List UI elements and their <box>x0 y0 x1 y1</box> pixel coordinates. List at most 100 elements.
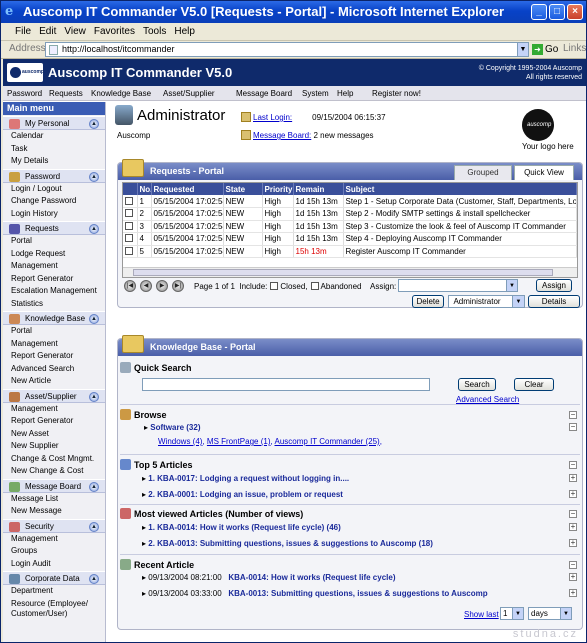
advanced-search-link[interactable]: Advanced Search <box>456 395 519 404</box>
browse-collapse-icon[interactable]: − <box>569 411 577 419</box>
nav-password[interactable]: Password <box>7 89 42 98</box>
row-checkbox[interactable] <box>125 196 133 205</box>
scrollbar-thumb[interactable] <box>133 269 553 276</box>
sidebar-item[interactable]: New Asset <box>3 428 105 441</box>
recent-collapse-icon[interactable]: − <box>569 561 577 569</box>
recent-expand-icon[interactable]: + <box>569 589 577 597</box>
most-viewed-item[interactable]: ▸ 1. KBA-0014: How it works (Request lif… <box>142 523 341 532</box>
recent-expand-icon[interactable]: + <box>569 573 577 581</box>
most-viewed-expand-icon[interactable]: + <box>569 539 577 547</box>
sidebar-item[interactable]: Department <box>3 585 105 598</box>
delete-button[interactable]: Delete <box>412 295 444 308</box>
sidebar-item[interactable]: Groups <box>3 545 105 558</box>
assign-button[interactable]: Assign <box>536 279 572 292</box>
sidebar-group-requests[interactable]: Requests ▲ <box>3 221 105 235</box>
row-checkbox[interactable] <box>125 234 133 243</box>
menu-edit[interactable]: Edit <box>35 23 60 41</box>
nav-message-board[interactable]: Message Board <box>236 89 292 98</box>
top5-item[interactable]: ▸ 1. KBA-0017: Lodging a request without… <box>142 474 349 483</box>
first-page-button[interactable]: |◀ <box>124 280 136 292</box>
sidebar-item[interactable]: Management <box>3 533 105 546</box>
administrator-dropdown[interactable]: ▼ <box>512 295 525 308</box>
sidebar-group-password[interactable]: Password ▲ <box>3 168 105 183</box>
menu-file[interactable]: File <box>11 23 35 41</box>
show-last-unit-dropdown-icon[interactable]: ▼ <box>560 608 571 619</box>
row-checkbox[interactable] <box>125 221 133 230</box>
assign-select[interactable]: ▼ <box>398 279 518 292</box>
sidebar-item[interactable]: Task <box>3 143 105 156</box>
nav-register[interactable]: Register now! <box>372 89 421 98</box>
sidebar-item[interactable]: Management <box>3 338 105 351</box>
table-row[interactable]: 3 05/15/2004 17:02:54 NEW High 1d 15h 13m Ste… <box>123 220 577 233</box>
sidebar-group-security[interactable]: Security ▲ <box>3 518 105 533</box>
recent-item[interactable]: ▸ 09/13/2004 08:21:00 KBA-0014: How it w… <box>142 573 395 582</box>
table-row[interactable]: 4 05/15/2004 17:02:54 NEW High 1d 15h 13m Ste… <box>123 232 577 246</box>
sidebar-item[interactable]: Login Audit <box>3 558 105 571</box>
message-board-link[interactable]: Message Board: <box>253 131 311 140</box>
top5-item-expand-icon[interactable]: + <box>569 474 577 482</box>
collapse-chevron-icon[interactable]: ▲ <box>89 521 99 532</box>
top5-item[interactable]: ▸ 2. KBA-0001: Lodging an issue, problem… <box>142 490 343 499</box>
menu-help[interactable]: Help <box>170 23 199 41</box>
sidebar-item[interactable]: Login / Logout <box>3 183 105 196</box>
administrator-dropdown-icon[interactable]: ▼ <box>513 296 524 307</box>
nav-asset-supplier[interactable]: Asset/Supplier <box>163 89 215 98</box>
administrator-select[interactable]: Administrator <box>448 295 514 308</box>
most-viewed-item[interactable]: ▸ 2. KBA-0013: Submitting questions, iss… <box>142 539 433 548</box>
maximize-button[interactable]: □ <box>549 4 565 20</box>
nav-requests[interactable]: Requests <box>49 89 83 98</box>
collapse-chevron-icon[interactable]: ▲ <box>89 119 99 129</box>
sidebar-item[interactable]: Statistics <box>3 298 105 311</box>
address-dropdown-icon[interactable]: ▼ <box>517 42 529 57</box>
tab-quick-view[interactable]: Quick View <box>514 165 574 180</box>
show-last-count-dropdown-icon[interactable]: ▼ <box>512 608 523 619</box>
prev-page-button[interactable]: ◀ <box>140 280 152 292</box>
minimize-button[interactable]: _ <box>531 4 547 20</box>
collapse-chevron-icon[interactable]: ▲ <box>89 314 99 324</box>
sidebar-group-asset-supplier[interactable]: Asset/Supplier ▲ <box>3 388 105 403</box>
nav-system[interactable]: System <box>302 89 329 98</box>
menu-favorites[interactable]: Favorites <box>90 23 139 41</box>
kb-search-button[interactable]: Search <box>458 378 496 391</box>
show-last-link[interactable]: Show last <box>464 610 499 619</box>
sidebar-item[interactable]: Report Generator <box>3 273 105 286</box>
kb-search-input[interactable] <box>142 378 430 391</box>
sidebar-group-message-board[interactable]: Message Board ▲ <box>3 478 105 493</box>
links-label[interactable]: Links <box>563 43 586 54</box>
next-page-button[interactable]: ▶ <box>156 280 168 292</box>
row-checkbox[interactable] <box>125 209 133 218</box>
sidebar-item[interactable]: Change Password <box>3 195 105 208</box>
sidebar-item[interactable]: Management <box>3 260 105 273</box>
table-row[interactable]: 5 05/15/2004 17:02:54 NEW High 15h 13m Regist… <box>123 245 577 258</box>
sidebar-item[interactable]: Escalation Management <box>3 285 105 298</box>
sidebar-item[interactable]: Change & Cost Mngmt. <box>3 453 105 466</box>
sidebar-group-my-personal[interactable]: My Personal ▲ <box>3 116 105 130</box>
col-no[interactable]: No. <box>137 183 152 195</box>
sidebar-group-corporate-data[interactable]: Corporate Data ▲ <box>3 571 105 585</box>
collapse-chevron-icon[interactable]: ▲ <box>89 574 99 584</box>
sidebar-item[interactable]: Lodge Request <box>3 248 105 261</box>
assign-dropdown-icon[interactable]: ▼ <box>506 280 517 291</box>
table-row[interactable]: 2 05/15/2004 17:02:54 NEW High 1d 15h 13m Ste… <box>123 207 577 221</box>
details-button[interactable]: Details <box>528 295 580 308</box>
sidebar-item[interactable]: Advanced Search <box>3 363 105 376</box>
sidebar-item[interactable]: Resource (Employee/ Customer/User) <box>3 598 105 620</box>
sidebar-item[interactable]: Portal <box>3 235 105 248</box>
menu-tools[interactable]: Tools <box>139 23 170 41</box>
col-subject[interactable]: Subject <box>343 183 577 195</box>
collapse-chevron-icon[interactable]: ▲ <box>89 171 99 182</box>
collapse-chevron-icon[interactable]: ▲ <box>89 391 99 402</box>
col-state[interactable]: State <box>223 183 263 195</box>
link-frontpage[interactable]: MS FrontPage (1) <box>207 437 271 446</box>
sidebar-item[interactable]: New Change & Cost <box>3 465 105 478</box>
row-checkbox[interactable] <box>125 246 133 255</box>
nav-help[interactable]: Help <box>337 89 353 98</box>
last-page-button[interactable]: ▶| <box>172 280 184 292</box>
sidebar-item[interactable]: New Supplier <box>3 440 105 453</box>
close-button[interactable]: × <box>567 4 583 20</box>
recent-item[interactable]: ▸ 09/13/2004 03:33:00 KBA-0013: Submitti… <box>142 589 488 598</box>
show-last-unit-select[interactable]: days ▼ <box>528 607 572 620</box>
col-priority[interactable]: Priority <box>262 183 294 195</box>
most-viewed-expand-icon[interactable]: + <box>569 523 577 531</box>
sidebar-item[interactable]: Calendar <box>3 130 105 143</box>
